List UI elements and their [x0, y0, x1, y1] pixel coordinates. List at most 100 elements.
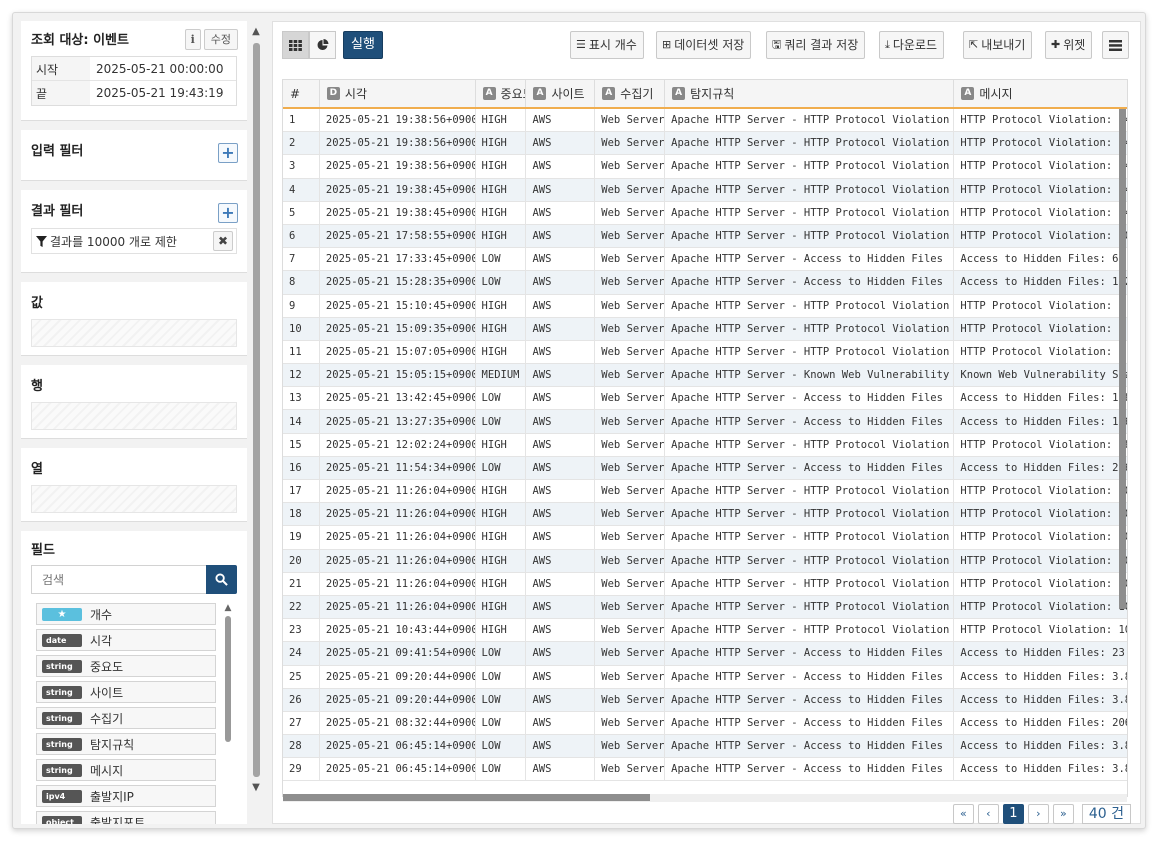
result-limit-filter[interactable]: 결과를 10000 개로 제한 ✖: [31, 228, 237, 254]
table-row[interactable]: 5 2025-05-21 19:38:45+0900 HIGH AWS Web Serv…: [283, 201, 1127, 225]
table-row[interactable]: 12 2025-05-21 15:05:15+0900 MEDIUM AWS Web S…: [283, 364, 1127, 388]
column-header[interactable]: A중요도: [476, 80, 527, 107]
scroll-thumb[interactable]: [283, 794, 650, 801]
table-row[interactable]: 9 2025-05-21 15:10:45+0900 HIGH AWS Web Serv…: [283, 294, 1127, 318]
table-row[interactable]: 18 2025-05-21 11:26:04+0900 HIGH AWS Web Ser…: [283, 503, 1127, 527]
scroll-down-icon[interactable]: ▼: [250, 783, 262, 793]
chart-view-button[interactable]: [309, 31, 336, 59]
table-row[interactable]: 4 2025-05-21 19:38:45+0900 HIGH AWS Web Serv…: [283, 178, 1127, 202]
pagination: « ‹ 1 › » 40 건: [952, 804, 1131, 824]
download-button[interactable]: ⤓ 다운로드: [879, 31, 945, 59]
remove-filter-icon[interactable]: ✖: [213, 231, 233, 251]
field-type-badge: string: [42, 763, 82, 777]
table-cell: 16: [283, 456, 320, 479]
field-item[interactable]: string 탐지규칙: [36, 733, 216, 755]
column-header[interactable]: D 시각: [320, 80, 476, 107]
table-row[interactable]: 3 2025-05-21 19:38:56+0900 HIGH AWS Web Serv…: [283, 155, 1127, 179]
column-header[interactable]: #: [283, 80, 320, 107]
table-cell: MEDIUM: [476, 364, 527, 387]
floppy-icon: 🖫: [772, 38, 782, 51]
table-row[interactable]: 13 2025-05-21 13:42:45+0900 LOW AWS Web Serv…: [283, 387, 1127, 411]
column-header[interactable]: A 탐지규칙: [665, 80, 955, 107]
options-button[interactable]: [1102, 31, 1129, 59]
save-query-result-button[interactable]: 🖫 쿼리 결과 저장: [766, 31, 866, 59]
table-row[interactable]: 8 2025-05-21 15:28:35+0900 LOW AWS Web Serve…: [283, 271, 1127, 295]
table-row[interactable]: 29 2025-05-21 06:45:14+0900 LOW AWS Web Serv…: [283, 758, 1127, 782]
table-row[interactable]: 25 2025-05-21 09:20:44+0900 LOW AWS Web Serv…: [283, 665, 1127, 689]
field-item[interactable]: string 메시지: [36, 759, 216, 781]
prev-page-icon[interactable]: ‹: [977, 804, 999, 824]
table-row[interactable]: 26 2025-05-21 09:20:44+0900 LOW AWS Web Serv…: [283, 688, 1127, 712]
widget-button[interactable]: ✚ 위젯: [1045, 31, 1093, 59]
add-result-filter-button[interactable]: +: [218, 203, 238, 223]
values-dropzone[interactable]: [31, 319, 237, 347]
table-row[interactable]: 20 2025-05-21 11:26:04+0900 HIGH AWS Web Ser…: [283, 549, 1127, 573]
table-row[interactable]: 27 2025-05-21 08:32:44+0900 LOW AWS Web Serv…: [283, 711, 1127, 736]
table-row[interactable]: 17 2025-05-21 11:26:04+0900 HIGH AWS Web Ser…: [283, 480, 1127, 504]
info-icon[interactable]: i: [184, 29, 201, 50]
table-row[interactable]: 28 2025-05-21 06:45:14+0900 LOW AWS Web Serv…: [283, 735, 1127, 759]
table-row[interactable]: 6 2025-05-21 17:58:55+0900 HIGH AWS Web Serv…: [283, 224, 1127, 249]
scroll-thumb[interactable]: [225, 616, 231, 742]
field-search-input[interactable]: [31, 565, 206, 594]
scroll-up-icon[interactable]: ▲: [223, 603, 233, 613]
table-cell: HIGH: [476, 317, 527, 340]
first-page-icon[interactable]: «: [952, 804, 974, 824]
table-row[interactable]: 10 2025-05-21 15:09:35+0900 HIGH AWS Web Ser…: [283, 317, 1127, 341]
table-cell: 2025-05-21 06:45:14+0900: [320, 735, 476, 758]
table-row[interactable]: 21 2025-05-21 11:26:04+0900 HIGH AWS Web Ser…: [283, 572, 1127, 596]
table-cell: 24: [283, 642, 320, 665]
search-button[interactable]: [206, 565, 237, 594]
edit-button[interactable]: 수정: [203, 29, 238, 50]
column-header[interactable]: A 메시지: [954, 80, 1127, 107]
display-count-button[interactable]: ☰ 표시 개수: [570, 31, 644, 59]
table-cell: Web Server: [595, 549, 666, 572]
table-cell: Access to Hidden Files: 216: [960, 461, 1127, 474]
share-icon: ⇱: [969, 38, 979, 51]
table-row[interactable]: 2 2025-05-21 19:38:56+0900 HIGH AWS Web Serv…: [283, 132, 1127, 156]
field-item[interactable]: string 중요도: [36, 655, 216, 677]
table-cell: 2025-05-21 15:09:35+0900: [320, 317, 476, 340]
current-page[interactable]: 1: [1002, 804, 1024, 824]
table-row[interactable]: 22 2025-05-21 11:26:04+0900 HIGH AWS Web Ser…: [283, 595, 1127, 620]
table-cell: Web Server: [595, 665, 666, 688]
table-row[interactable]: 15 2025-05-21 12:02:24+0900 HIGH AWS Web Ser…: [283, 433, 1127, 457]
rows-dropzone[interactable]: [31, 402, 237, 430]
table-row[interactable]: 14 2025-05-21 13:27:35+0900 LOW AWS Web Serv…: [283, 410, 1127, 434]
sidebar-scrollbar[interactable]: ▲ ▼: [250, 27, 262, 823]
field-item[interactable]: ★ 개수: [36, 603, 216, 625]
field-name: 수집기: [90, 711, 124, 726]
field-item[interactable]: string 수집기: [36, 707, 216, 729]
field-item[interactable]: string 사이트: [36, 681, 216, 703]
grid-horizontal-scrollbar[interactable]: [283, 794, 1127, 802]
field-list-scrollbar[interactable]: ▲: [223, 603, 233, 753]
scroll-up-icon[interactable]: ▲: [250, 27, 262, 37]
field-item[interactable]: date 시각: [36, 629, 216, 651]
columns-dropzone[interactable]: [31, 485, 237, 513]
table-row[interactable]: 24 2025-05-21 09:41:54+0900 LOW AWS Web Serv…: [283, 642, 1127, 666]
time-range-table: 시작 2025-05-21 00:00:00 끝 2025-05-21 19:4…: [31, 56, 237, 106]
table-cell: Apache HTTP Server - Access to Hidden Fi…: [665, 456, 955, 479]
save-dataset-button[interactable]: ⊞ 데이터셋 저장: [656, 31, 752, 59]
export-button[interactable]: ⇱ 내보내기: [963, 31, 1033, 59]
column-header[interactable]: A 사이트: [526, 80, 596, 107]
table-row[interactable]: 19 2025-05-21 11:26:04+0900 HIGH AWS Web Ser…: [283, 526, 1127, 550]
table-row[interactable]: 16 2025-05-21 11:54:34+0900 LOW AWS Web Serv…: [283, 456, 1127, 480]
table-cell: AWS: [526, 642, 596, 665]
field-item[interactable]: ipv4 출발지IP: [36, 785, 216, 807]
add-input-filter-button[interactable]: +: [218, 143, 238, 163]
scroll-thumb[interactable]: [252, 43, 260, 777]
grid-view-button[interactable]: [282, 31, 309, 59]
table-row[interactable]: 7 2025-05-21 17:33:45+0900 LOW AWS Web Serve…: [283, 248, 1127, 272]
table-row[interactable]: 23 2025-05-21 10:43:44+0900 HIGH AWS Web Ser…: [283, 619, 1127, 643]
last-page-icon[interactable]: »: [1052, 804, 1074, 824]
table-row[interactable]: 11 2025-05-21 15:07:05+0900 HIGH AWS Web Ser…: [283, 340, 1127, 365]
next-page-icon[interactable]: ›: [1027, 804, 1049, 824]
table-row[interactable]: 1 2025-05-21 19:38:56+0900 HIGH AWS Web Serv…: [283, 109, 1127, 133]
fields-panel: 필드 ★ 개수 date 시각 string 중요도 string 사이트 string…: [21, 531, 247, 824]
run-button[interactable]: 실행: [343, 31, 383, 59]
table-cell: Web Server: [595, 410, 666, 433]
grid-vertical-scrollbar[interactable]: [1119, 109, 1126, 609]
column-header[interactable]: A 수집기: [595, 80, 666, 107]
field-item[interactable]: object 출발지포트: [36, 811, 216, 824]
